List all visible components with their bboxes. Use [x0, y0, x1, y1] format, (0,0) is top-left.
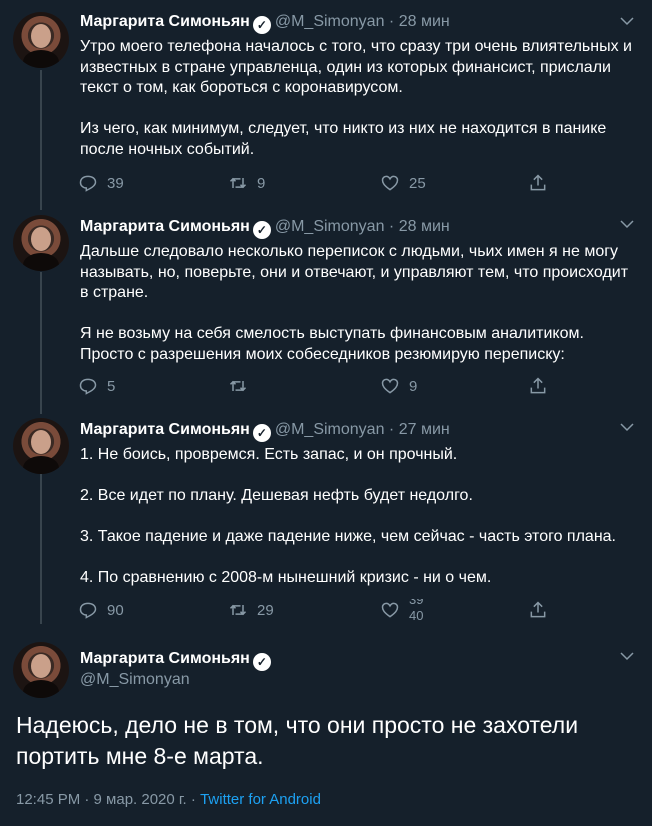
tweet-paragraph: 4. По сравнению с 2008-м нынешний кризис… — [80, 569, 492, 586]
chevron-down-icon[interactable] — [618, 418, 636, 436]
heart-icon — [381, 378, 399, 394]
tweet-1[interactable]: Маргарита Симоньян ✓ @M_Simonyan · 28 мин … — [0, 0, 652, 205]
like-count: 25 — [409, 174, 426, 192]
tweet-text: 1. Не боись, провремся. Есть запас, и он… — [80, 445, 640, 589]
like-count-top: 39 — [409, 599, 424, 607]
author-handle[interactable]: @M_Simonyan — [275, 13, 385, 30]
tweet-time[interactable]: 28 мин — [399, 13, 450, 30]
tweet-paragraph: 1. Не боись, провремся. Есть запас, и он… — [80, 446, 458, 463]
avatar[interactable] — [13, 418, 69, 474]
share-icon — [530, 174, 546, 191]
reply-button[interactable]: 39 — [78, 171, 124, 195]
retweet-count: 9 — [257, 174, 266, 192]
tweet-paragraph: Утро моего телефона началось с того, что… — [80, 38, 632, 96]
reply-icon — [79, 602, 97, 619]
tweet-2[interactable]: Маргарита Симоньян ✓ @M_Simonyan · 28 мин … — [0, 205, 652, 410]
chevron-down-icon[interactable] — [618, 647, 636, 665]
retweet-button[interactable]: 9 — [228, 171, 265, 195]
tweet-source-link[interactable]: Twitter for Android — [200, 791, 321, 808]
share-button[interactable] — [528, 598, 557, 622]
chevron-down-icon[interactable] — [618, 12, 636, 30]
retweet-button[interactable]: 29 — [228, 598, 274, 622]
like-button[interactable]: 39 40 — [380, 598, 423, 622]
tweet-time[interactable]: 28 мин — [399, 218, 450, 235]
reply-icon — [79, 175, 97, 192]
like-button[interactable]: 9 — [380, 374, 417, 398]
retweet-icon — [229, 177, 247, 189]
tweet-meta: 12:45 PM · 9 мар. 2020 г. · Twitter for … — [16, 791, 321, 808]
like-count-rolling: 39 40 — [409, 599, 423, 621]
reply-button[interactable]: 5 — [78, 374, 115, 398]
verified-badge-icon: ✓ — [252, 16, 271, 34]
tweet-paragraph: Дальше следовало несколько переписок с л… — [80, 243, 629, 301]
reply-icon — [79, 378, 97, 395]
tweet-paragraph: Из чего, как минимум, следует, что никто… — [80, 120, 607, 158]
separator: · — [388, 421, 395, 438]
reply-count: 39 — [107, 174, 124, 192]
tweet-timestamp[interactable]: 12:45 PM · 9 мар. 2020 г. · — [16, 791, 196, 808]
author-handle[interactable]: @M_Simonyan — [80, 671, 190, 688]
share-icon — [530, 377, 546, 394]
reply-count: 90 — [107, 601, 124, 619]
verified-badge-icon: ✓ — [252, 221, 271, 239]
retweet-icon — [229, 604, 247, 616]
chevron-down-icon[interactable] — [618, 215, 636, 233]
avatar[interactable] — [13, 12, 69, 68]
share-icon — [530, 601, 546, 618]
verified-badge-icon: ✓ — [252, 653, 271, 671]
tweet-paragraph: 2. Все идет по плану. Дешевая нефть буде… — [80, 487, 473, 504]
separator: · — [388, 13, 395, 30]
share-button[interactable] — [528, 374, 557, 398]
author-handle[interactable]: @M_Simonyan — [275, 218, 385, 235]
like-count: 9 — [409, 377, 418, 395]
verified-badge-icon: ✓ — [252, 424, 271, 442]
tweet-text: Утро моего телефона началось с того, что… — [80, 37, 640, 160]
share-button[interactable] — [528, 171, 557, 195]
tweet-paragraph: Я не возьму на себя смелость выступать ф… — [80, 325, 584, 363]
tweet-time[interactable]: 27 мин — [399, 421, 450, 438]
tweet-paragraph: 3. Такое падение и даже падение ниже, че… — [80, 528, 616, 545]
heart-icon — [381, 175, 399, 191]
like-button[interactable]: 25 — [380, 171, 426, 195]
author-name[interactable]: Маргарита Симоньян — [80, 650, 250, 667]
like-count-bottom: 40 — [409, 608, 424, 621]
main-tweet-text: Надеюсь, дело не в том, что они просто н… — [16, 712, 579, 769]
avatar[interactable] — [13, 215, 69, 271]
retweet-button[interactable] — [228, 374, 257, 398]
avatar[interactable] — [13, 642, 69, 698]
tweet-3[interactable]: Маргарита Симоньян ✓ @M_Simonyan · 27 мин … — [0, 410, 652, 632]
reply-button[interactable]: 90 — [78, 598, 124, 622]
retweet-icon — [229, 380, 247, 392]
author-name[interactable]: Маргарита Симоньян — [80, 421, 250, 438]
author-name[interactable]: Маргарита Симоньян — [80, 218, 250, 235]
tweet-text: Дальше следовало несколько переписок с л… — [80, 242, 640, 365]
heart-icon — [381, 602, 399, 618]
reply-count: 5 — [107, 377, 116, 395]
author-handle[interactable]: @M_Simonyan — [275, 421, 385, 438]
author-name[interactable]: Маргарита Симоньян — [80, 13, 250, 30]
retweet-count: 29 — [257, 601, 274, 619]
separator: · — [388, 218, 395, 235]
